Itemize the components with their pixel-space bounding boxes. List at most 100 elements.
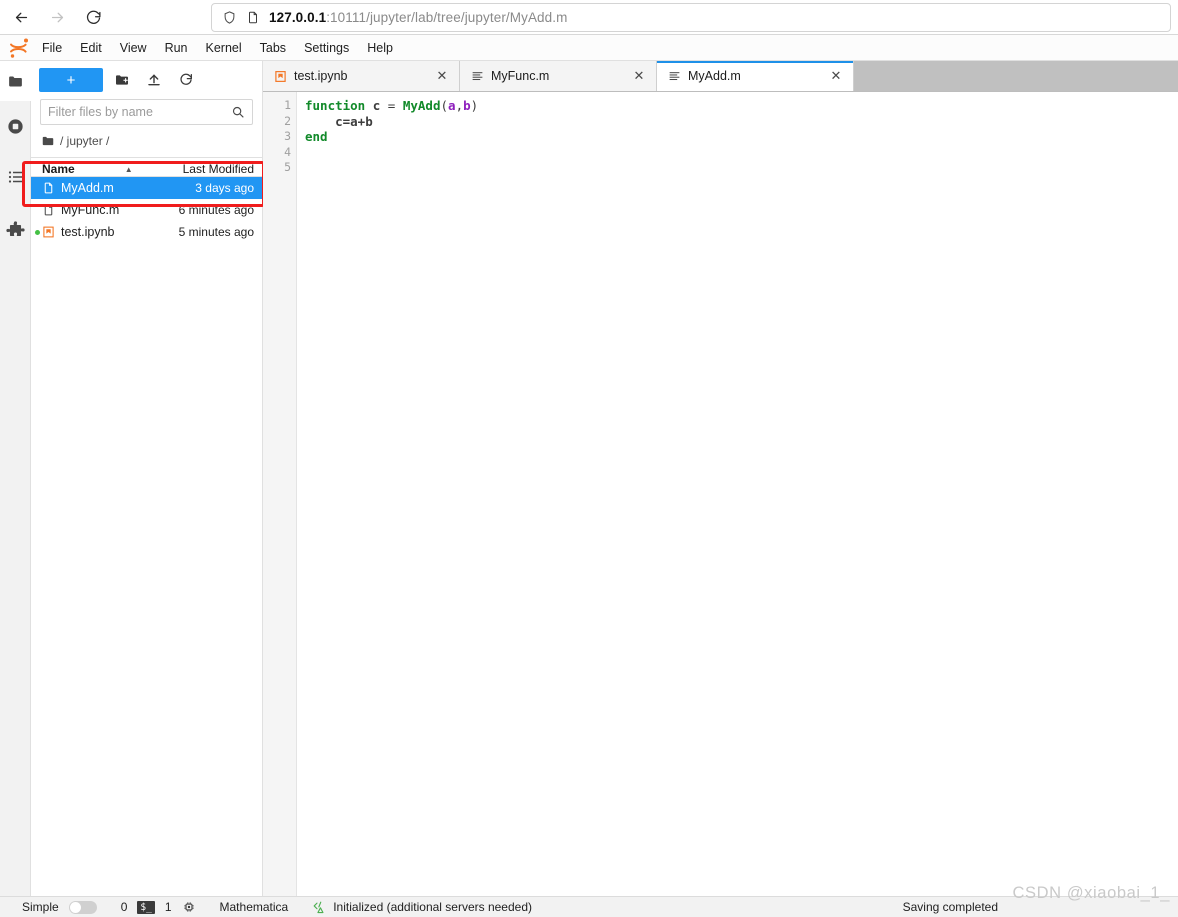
menu-file[interactable]: File [34,38,70,58]
code-token: , [455,98,464,113]
text-file-icon [471,70,484,83]
file-browser-panel: + / jupyter / Name ▲ Last Modified [31,61,263,896]
editor-tabbar: test.ipynb ✕ MyFunc.m ✕ MyAdd.m ✕ [263,61,1178,92]
menu-view[interactable]: View [112,38,155,58]
folder-icon [41,134,55,148]
upload-icon[interactable] [141,68,167,92]
watermark: CSDN @xiaobai_1_ [1012,884,1170,902]
list-item-wrap: MyAdd.m 3 days ago [31,177,262,199]
new-folder-icon[interactable] [109,68,135,92]
notebook-icon [42,225,55,239]
url-host: 127.0.0.1 [269,10,327,25]
status-bar-left: Simple 0 $_ 1 Mathematica Initialized (a… [0,900,532,915]
line-number: 3 [284,129,291,143]
file-modified: 5 minutes ago [178,225,254,239]
code-token: ( [440,98,449,113]
reload-icon[interactable] [78,2,108,32]
address-bar[interactable]: 127.0.0.1:10111/jupyter/lab/tree/jupyter… [211,3,1171,32]
menu-run[interactable]: Run [157,38,196,58]
table-row[interactable]: test.ipynb 5 minutes ago [31,221,262,243]
code-token: b [463,98,471,113]
file-icon [42,203,55,217]
file-modified: 3 days ago [195,181,254,195]
file-name-cell: MyAdd.m [42,181,158,195]
code-line: c=a+b [305,114,1178,130]
code-content[interactable]: function c = MyAdd(a,b) c=a+b end [297,92,1178,896]
running-indicator-dot [35,229,40,235]
line-number: 2 [284,113,291,128]
terminal-icon[interactable]: $_ [137,900,155,914]
sort-ascending-icon: ▲ [124,164,133,174]
line-number: 1 [284,98,291,112]
tab-label: MyFunc.m [491,69,550,83]
file-name-cell: test.ipynb [42,225,158,239]
file-browser-toolbar: + [31,61,262,99]
code-token: a [448,98,456,113]
line-number-gutter: 1 2 3 4 5 [263,92,297,896]
file-name: MyAdd.m [61,181,114,195]
close-icon[interactable]: ✕ [435,68,449,84]
list-item-wrap: MyFunc.m 6 minutes ago [31,199,262,221]
extension-manager-icon[interactable] [0,203,31,257]
tab-test-ipynb[interactable]: test.ipynb ✕ [263,61,460,91]
file-name: MyFunc.m [61,203,120,217]
kernel-count[interactable]: 0 [121,900,128,914]
simple-mode-label: Simple [22,900,59,914]
back-icon[interactable] [6,2,36,32]
table-row[interactable]: MyFunc.m 6 minutes ago [31,199,262,221]
tab-myfunc-m[interactable]: MyFunc.m ✕ [460,61,657,91]
commands-icon[interactable] [0,151,31,203]
close-icon[interactable]: ✕ [632,68,646,84]
filter-files-box[interactable] [40,99,253,125]
code-token: end [305,129,328,144]
editor-scrollbar[interactable] [1169,92,1178,896]
running-terminals-icon[interactable] [0,101,31,151]
menu-tabs[interactable]: Tabs [252,38,294,58]
search-icon[interactable] [231,105,245,119]
simple-mode-toggle[interactable] [68,900,97,914]
breadcrumb[interactable]: / jupyter / [31,129,262,153]
refresh-icon[interactable] [173,68,199,92]
close-icon[interactable]: ✕ [829,68,843,84]
server-status: Initialized (additional servers needed) [333,900,532,914]
file-browser-icon[interactable] [0,61,31,101]
menu-settings[interactable]: Settings [296,38,357,58]
cpu-icon[interactable] [182,900,196,914]
browser-toolbar: 127.0.0.1:10111/jupyter/lab/tree/jupyter… [0,0,1178,35]
code-token: function [305,98,366,113]
code-line: end [305,129,1178,145]
code-token: c=a+b [335,113,373,129]
menu-help[interactable]: Help [359,38,401,58]
tab-label: MyAdd.m [688,69,741,83]
line-number: 5 [284,160,291,174]
table-row[interactable]: MyAdd.m 3 days ago [31,177,262,199]
status-bar: Simple 0 $_ 1 Mathematica Initialized (a… [0,896,1178,917]
tab-label: test.ipynb [294,69,348,83]
forward-icon[interactable] [42,2,72,32]
code-editor[interactable]: 1 2 3 4 5 function c = MyAdd(a,b) c=a+b e… [263,92,1178,896]
code-line: function c = MyAdd(a,b) [305,98,1178,114]
menu-edit[interactable]: Edit [72,38,110,58]
text-file-icon [668,70,681,83]
file-modified: 6 minutes ago [178,203,254,217]
new-launcher-button[interactable]: + [39,68,103,92]
file-icon [42,181,55,195]
column-header-name[interactable]: Name ▲ [31,162,160,176]
line-number: 4 [284,144,291,159]
search-input[interactable] [48,105,231,119]
kernel-name[interactable]: Mathematica [220,900,289,914]
tab-myadd-m[interactable]: MyAdd.m ✕ [657,61,854,91]
url-text: 127.0.0.1:10111/jupyter/lab/tree/jupyter… [269,10,567,25]
activity-bar [0,61,31,896]
url-path: :10111/jupyter/lab/tree/jupyter/MyAdd.m [326,10,568,25]
shield-icon [222,10,237,25]
menu-kernel[interactable]: Kernel [198,38,250,58]
main-dock-area: test.ipynb ✕ MyFunc.m ✕ MyAdd.m ✕ 1 2 3 … [263,61,1178,896]
code-server-icon[interactable] [312,900,327,915]
column-header-last-modified[interactable]: Last Modified [160,162,262,176]
terminal-count[interactable]: 1 [165,900,172,914]
jupyter-logo-icon [6,37,32,59]
